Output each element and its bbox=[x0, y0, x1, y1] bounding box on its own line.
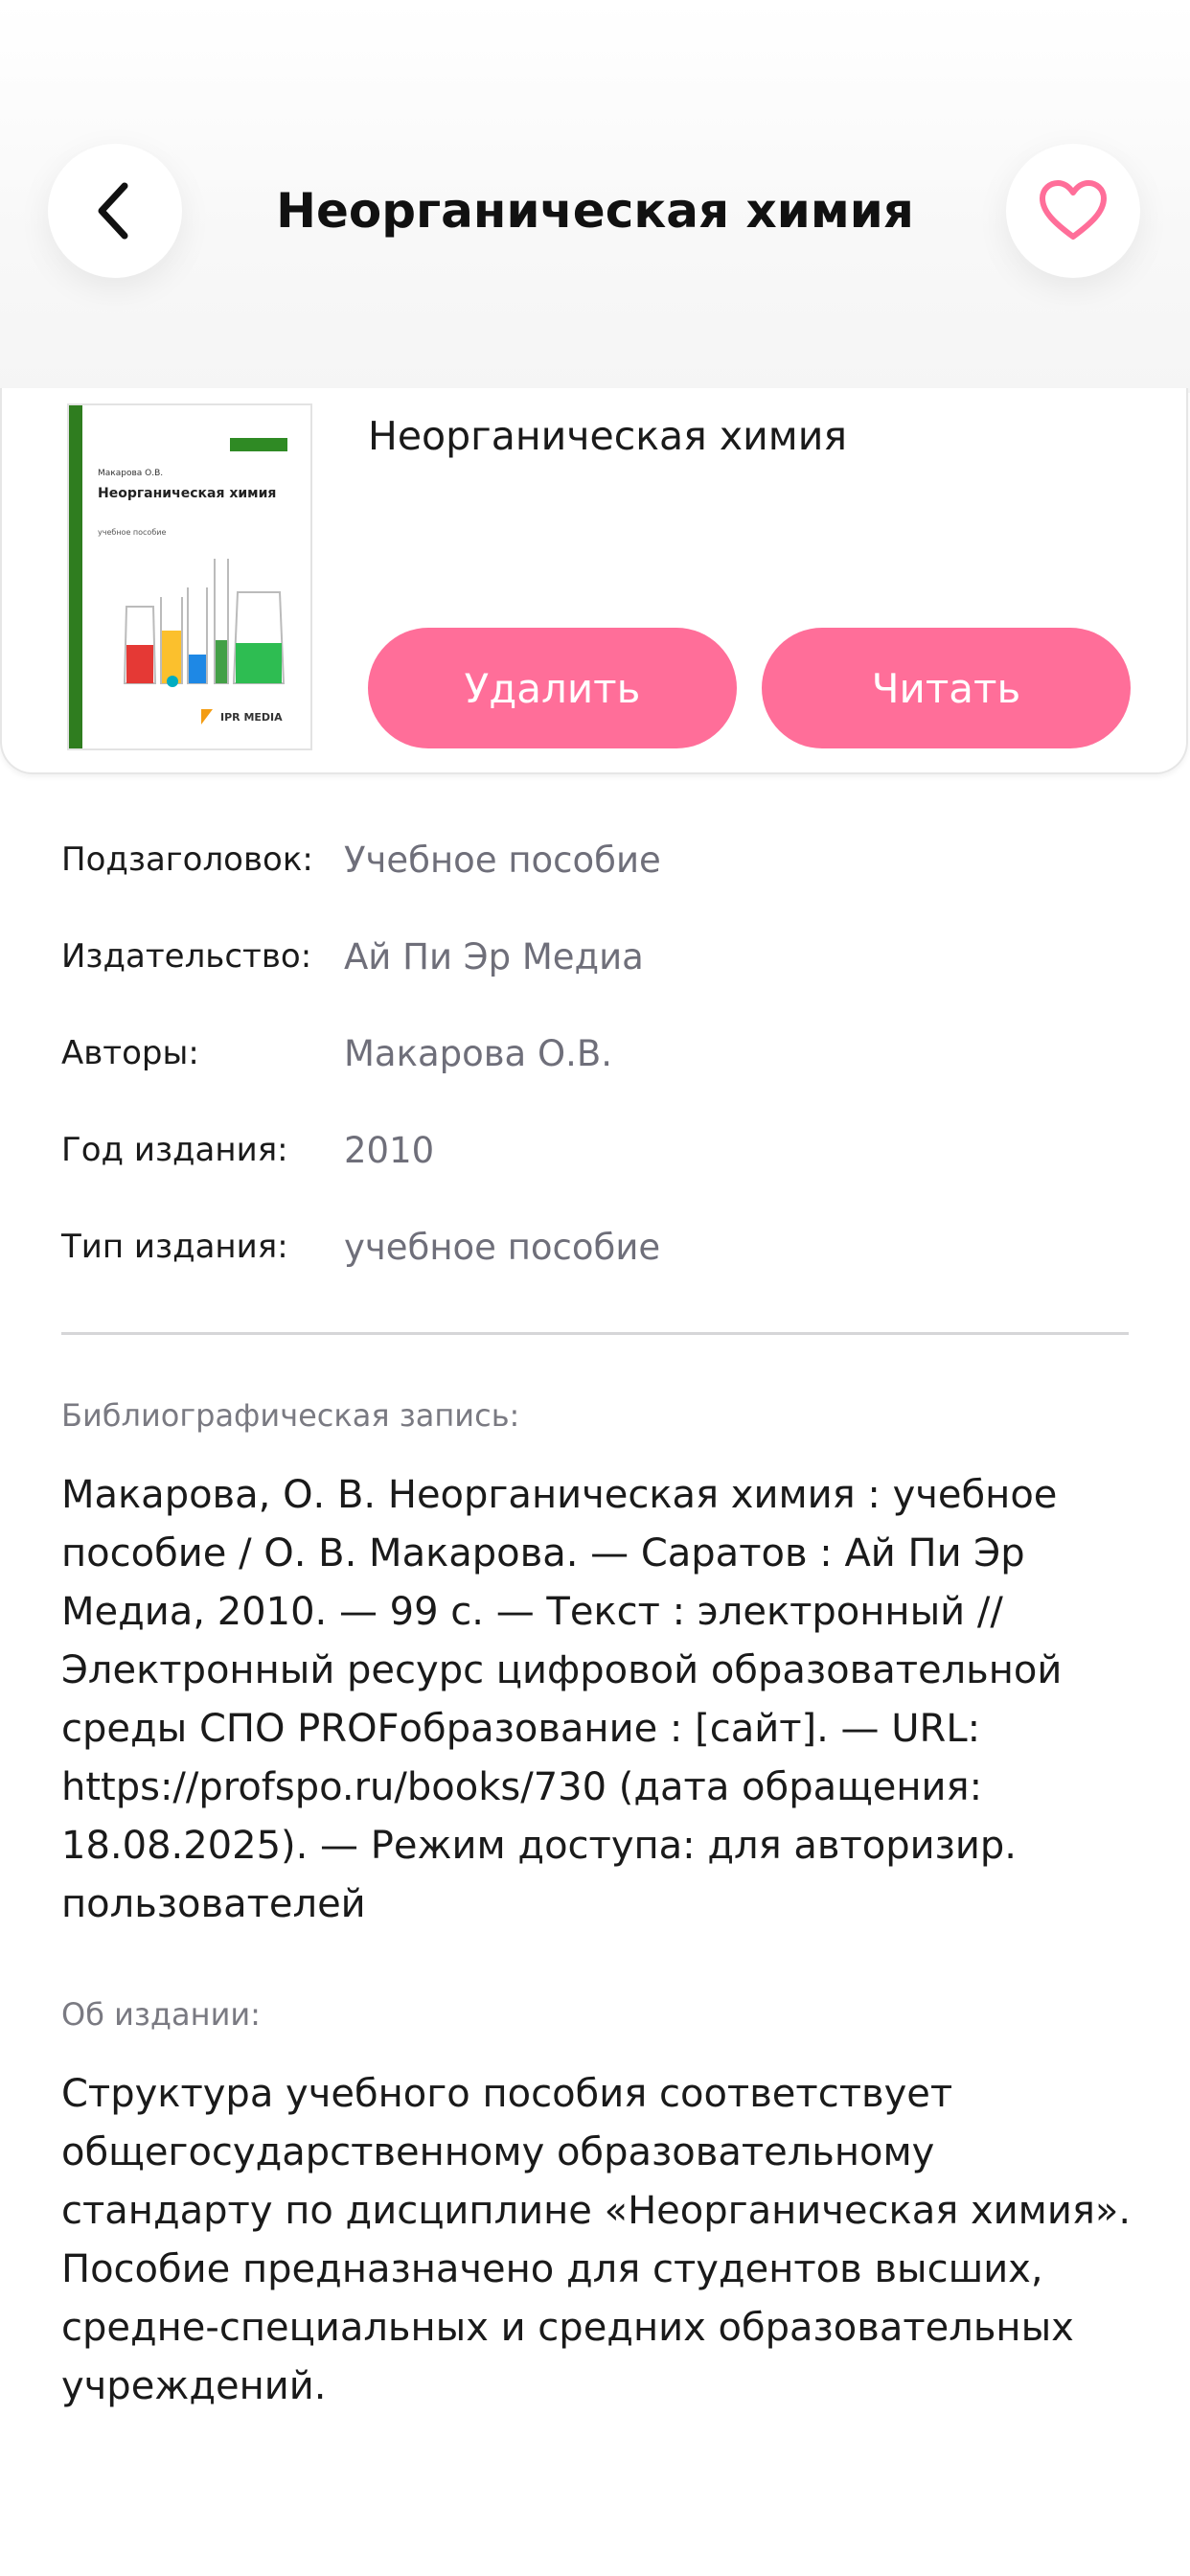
divider bbox=[61, 1332, 1129, 1335]
detail-row-subtitle: Подзаголовок: Учебное пособие bbox=[61, 831, 1134, 888]
detail-value: Ай Пи Эр Медиа bbox=[344, 935, 644, 978]
detail-value: учебное пособие bbox=[344, 1226, 661, 1268]
lab-glassware-illustration bbox=[123, 559, 286, 687]
detail-row-authors: Авторы: Макарова О.В. bbox=[61, 1024, 1134, 1082]
favorite-button[interactable] bbox=[1006, 144, 1140, 278]
detail-value: Учебное пособие bbox=[344, 839, 661, 881]
detail-label: Год издания: bbox=[61, 1131, 288, 1169]
about-text: Структура учебного пособия соответствует… bbox=[61, 2072, 1132, 2408]
publisher-logo-text: IPR MEDIA bbox=[220, 710, 283, 724]
publisher-logo: IPR MEDIA bbox=[199, 707, 283, 726]
heart-outline-icon bbox=[1040, 180, 1107, 240]
delete-button[interactable]: Удалить bbox=[368, 628, 737, 748]
detail-label: Тип издания: bbox=[61, 1228, 288, 1266]
cover-stripe bbox=[69, 405, 82, 748]
about-label: Об издании: bbox=[61, 1996, 261, 2033]
detail-label: Подзаголовок: bbox=[61, 840, 313, 879]
bibliography-text: Макарова, О. В. Неорганическая химия : у… bbox=[61, 1473, 1063, 1926]
cover-author: Макарова О.В. bbox=[98, 469, 164, 478]
detail-value: Макарова О.В. bbox=[344, 1032, 613, 1074]
bibliography-label: Библиографическая запись: bbox=[61, 1397, 520, 1434]
cover-tag bbox=[230, 438, 287, 451]
detail-row-type: Тип издания: учебное пособие bbox=[61, 1218, 1134, 1276]
book-cover[interactable]: Макарова О.В. Неорганическая химия учебн… bbox=[67, 403, 312, 750]
detail-row-year: Год издания: 2010 bbox=[61, 1121, 1134, 1179]
detail-label: Авторы: bbox=[61, 1034, 199, 1072]
book-card: Макарова О.В. Неорганическая химия учебн… bbox=[0, 388, 1188, 774]
read-button[interactable]: Читать bbox=[762, 628, 1131, 748]
detail-row-publisher: Издательство: Ай Пи Эр Медиа bbox=[61, 928, 1134, 985]
detail-label: Издательство: bbox=[61, 937, 312, 976]
header: Неорганическая химия bbox=[0, 0, 1190, 393]
book-title: Неорганическая химия bbox=[368, 413, 848, 459]
ipr-media-logo-icon bbox=[201, 709, 213, 724]
cover-title: Неорганическая химия bbox=[98, 486, 277, 501]
detail-value: 2010 bbox=[344, 1129, 435, 1171]
cover-subtitle: учебное пособие bbox=[98, 528, 167, 537]
